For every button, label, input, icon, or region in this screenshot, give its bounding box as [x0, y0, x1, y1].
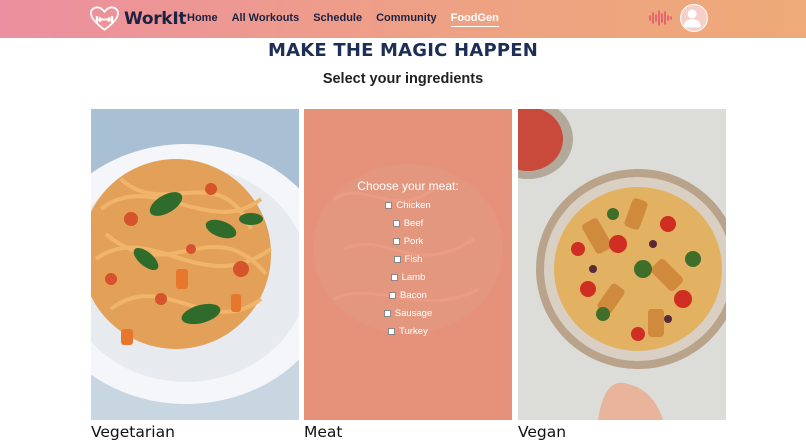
- brand-name: WorkIt: [124, 9, 187, 29]
- brand-home-link[interactable]: WorkIt: [90, 5, 186, 33]
- vegetarian-label: Vegetarian: [91, 423, 175, 441]
- pork-checkbox[interactable]: [392, 237, 400, 245]
- main-nav: Home All Workouts Schedule Community Foo…: [187, 0, 499, 38]
- sausage-checkbox[interactable]: [383, 309, 391, 317]
- meat-option-beef: Beef: [304, 214, 512, 232]
- meat-option-sausage: Sausage: [304, 304, 512, 322]
- vegan-card[interactable]: [518, 109, 726, 420]
- meat-option-bacon: Bacon: [304, 286, 512, 304]
- fish-checkbox[interactable]: [393, 255, 401, 263]
- top-navbar: WorkIt Home All Workouts Schedule Commun…: [0, 0, 806, 38]
- nav-community[interactable]: Community: [376, 12, 437, 26]
- nav-all-workouts[interactable]: All Workouts: [232, 12, 300, 26]
- sound-wave-icon[interactable]: [648, 9, 672, 27]
- meat-question: Choose your meat:: [357, 179, 459, 193]
- bacon-checkbox[interactable]: [389, 291, 397, 299]
- nav-foodgen[interactable]: FoodGen: [450, 12, 499, 27]
- meat-choice-form: Choose your meat: Chicken Beef Pork Fish…: [304, 179, 512, 340]
- beef-checkbox[interactable]: [392, 219, 400, 227]
- page-subtitle: Select your ingredients: [322, 71, 484, 87]
- pasta-with-spinach-photo: [91, 109, 299, 420]
- meat-option-pork: Pork: [304, 232, 512, 250]
- nav-home[interactable]: Home: [187, 12, 218, 26]
- meat-label: Meat: [304, 423, 343, 441]
- vegan-pasta-bowl-photo: [518, 109, 726, 420]
- page-title: MAKE THE MAGIC HAPPEN: [268, 40, 538, 61]
- vegan-label: Vegan: [518, 423, 567, 441]
- vegetarian-card[interactable]: [91, 109, 299, 420]
- meat-option-lamb: Lamb: [304, 268, 512, 286]
- lamb-checkbox[interactable]: [390, 273, 398, 281]
- meat-card: Choose your meat: Chicken Beef Pork Fish…: [304, 109, 512, 420]
- meat-option-fish: Fish: [304, 250, 512, 268]
- user-avatar-icon[interactable]: [680, 4, 708, 32]
- turkey-checkbox[interactable]: [388, 327, 396, 335]
- nav-schedule[interactable]: Schedule: [313, 12, 362, 26]
- meat-option-chicken: Chicken: [304, 196, 512, 214]
- meat-option-turkey: Turkey: [304, 322, 512, 340]
- chicken-checkbox[interactable]: [385, 201, 393, 209]
- heart-dumbbell-icon: [90, 6, 119, 31]
